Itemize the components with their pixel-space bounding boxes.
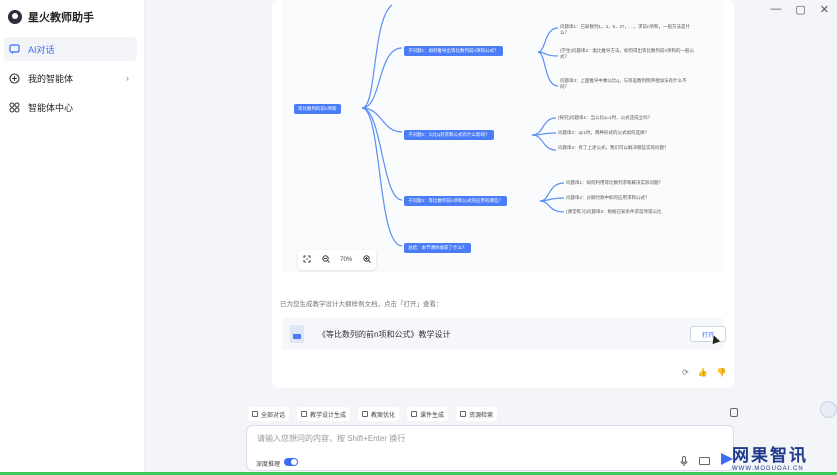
chevron-right-icon: › <box>126 73 129 83</box>
app-logo-icon <box>8 10 22 24</box>
fit-view-icon[interactable] <box>303 255 311 265</box>
chat-input[interactable]: 请输入您想问的内容，按 Shift+Enter 换行 <box>257 433 405 444</box>
quick-tools: 全部对话 教学设计生成 教案优化 课件生成 资源检索 <box>248 407 498 421</box>
minimize-button[interactable]: — <box>770 3 781 16</box>
mindmap-leaf: 问题串3：上面推导中乘公比q，与等差数列倒序相加法有什么不同？ <box>560 78 687 89</box>
file-card[interactable]: 《等比数列的前n项和公式》教学设计 打开 <box>282 318 726 350</box>
mindmap-branch: 子问题2：公比q对求和公式有什么影响？ <box>404 130 494 140</box>
tool-all-chats[interactable]: 全部对话 <box>248 407 290 421</box>
mindmap-leaf: 问题串2：分期付款中如何应用求和公式？ <box>566 195 650 200</box>
document-icon <box>290 325 304 343</box>
chat-icon <box>9 43 20 55</box>
zoom-in-icon[interactable] <box>363 255 371 265</box>
sidebar-item-label: 我的智能体 <box>28 73 74 84</box>
sidebar-item-label: AI对话 <box>28 44 55 55</box>
attachment-icon[interactable] <box>730 408 738 417</box>
mindmap-preview[interactable]: 等比数列的前n项和 子问题1：如何推导出等比数列前n项和公式？ 子问题2：公比q… <box>282 0 724 272</box>
tool-label: 课件生成 <box>420 412 445 419</box>
zoom-out-icon[interactable] <box>322 255 330 265</box>
optimize-icon <box>362 411 369 417</box>
pen-icon <box>301 411 308 417</box>
tool-label: 教案优化 <box>371 412 396 419</box>
mindmap-leaf: 问题串1：已知数列1，3，9，27，…，求前n项和，一般方法是什么？ <box>560 24 691 35</box>
maximize-button[interactable]: ▢ <box>795 3 805 16</box>
mindmap-root: 等比数列的前n项和 <box>294 104 341 114</box>
tool-label: 全部对话 <box>261 412 286 419</box>
sidebar-item-my-agents[interactable]: 我的智能体 › <box>4 66 137 90</box>
tool-lesson-design[interactable]: 教学设计生成 <box>297 407 351 421</box>
feedback-bar: ⟳ 👍 👎 <box>682 368 727 377</box>
close-button[interactable]: ✕ <box>820 3 829 16</box>
window-controls: — ▢ ✕ <box>770 3 829 16</box>
sidebar-item-ai-chat[interactable]: AI对话 <box>4 37 137 61</box>
zoom-level: 70% <box>340 257 353 263</box>
sidebar-item-label: 智能体中心 <box>28 102 74 113</box>
refresh-icon[interactable]: ⟳ <box>682 368 689 377</box>
mindmap-leaf: 问题串3：有了上述公式，我们可以解决哪些实际问题？ <box>558 145 669 150</box>
mindmap-leaf: (学生)问题串2：类比推导方法，如何得出等比数列前n项和的一般公式？ <box>560 48 694 59</box>
mindmap-leaf: (课堂练习)问题串3：根据已知条件求首项或公比 <box>566 209 662 214</box>
microphone-icon[interactable] <box>680 456 688 468</box>
file-name: 《等比数列的前n项和公式》教学设计 <box>318 330 451 339</box>
brand: 星火教师助手 <box>8 9 94 25</box>
mindmap-leaf: (探究)问题串1：当公比q=1时，公式还成立吗？ <box>558 115 653 120</box>
slides-icon <box>411 411 418 417</box>
zoom-toolbar: 70% <box>298 250 376 270</box>
app-name: 星火教师助手 <box>28 12 94 24</box>
mindmap-branch: 子问题3：等比数列前n项和公式的应用有哪些？ <box>404 196 508 206</box>
history-icon <box>252 411 258 417</box>
deep-think-label: 深度推理 <box>256 462 281 468</box>
keyboard-icon[interactable] <box>699 457 710 465</box>
assistant-avatar[interactable] <box>820 401 837 418</box>
mindmap-leaf: 问题串1：如何利用等比数列求和解决实际问题？ <box>566 180 664 185</box>
tool-label: 资源检索 <box>469 412 494 419</box>
tool-slides-generate[interactable]: 课件生成 <box>407 407 449 421</box>
assistant-message-card: 等比数列的前n项和 子问题1：如何推导出等比数列前n项和公式？ 子问题2：公比q… <box>272 0 734 388</box>
sidebar: 星火教师助手 AI对话 我的智能体 › 智能体中心 <box>0 0 145 475</box>
search-icon <box>460 411 467 417</box>
chat-input-box[interactable]: 请输入您想问的内容，按 Shift+Enter 换行 深度推理 <box>246 425 734 471</box>
mindmap-branch: 总结：本节课你收获了什么？ <box>404 243 471 253</box>
generated-notice: 已为您生成教学设计大纲样例文档，点击「打开」查看： <box>280 301 443 308</box>
mindmap-leaf: 问题串2：q≠1时，两种形式的公式如何选择？ <box>558 130 649 135</box>
tool-plan-optimize[interactable]: 教案优化 <box>358 407 400 421</box>
mindmap-connectors <box>361 4 565 247</box>
sidebar-item-agent-center[interactable]: 智能体中心 <box>4 95 137 119</box>
tool-label: 教学设计生成 <box>310 412 347 419</box>
deep-think-toggle[interactable] <box>284 458 298 466</box>
watermark: 网果智讯 WWW.MOGUOAI.CN <box>732 441 808 472</box>
grid-icon <box>9 102 20 113</box>
plus-circle-icon <box>9 72 20 84</box>
watermark-main: 网果智讯 <box>732 446 808 466</box>
open-file-button[interactable]: 打开 <box>690 326 726 342</box>
thumbs-down-icon[interactable]: 👎 <box>717 368 727 377</box>
thumbs-up-icon[interactable]: 👍 <box>698 368 708 377</box>
tool-resource-search[interactable]: 资源检索 <box>456 407 498 421</box>
mindmap-branch: 子问题1：如何推导出等比数列前n项和公式？ <box>404 46 503 56</box>
